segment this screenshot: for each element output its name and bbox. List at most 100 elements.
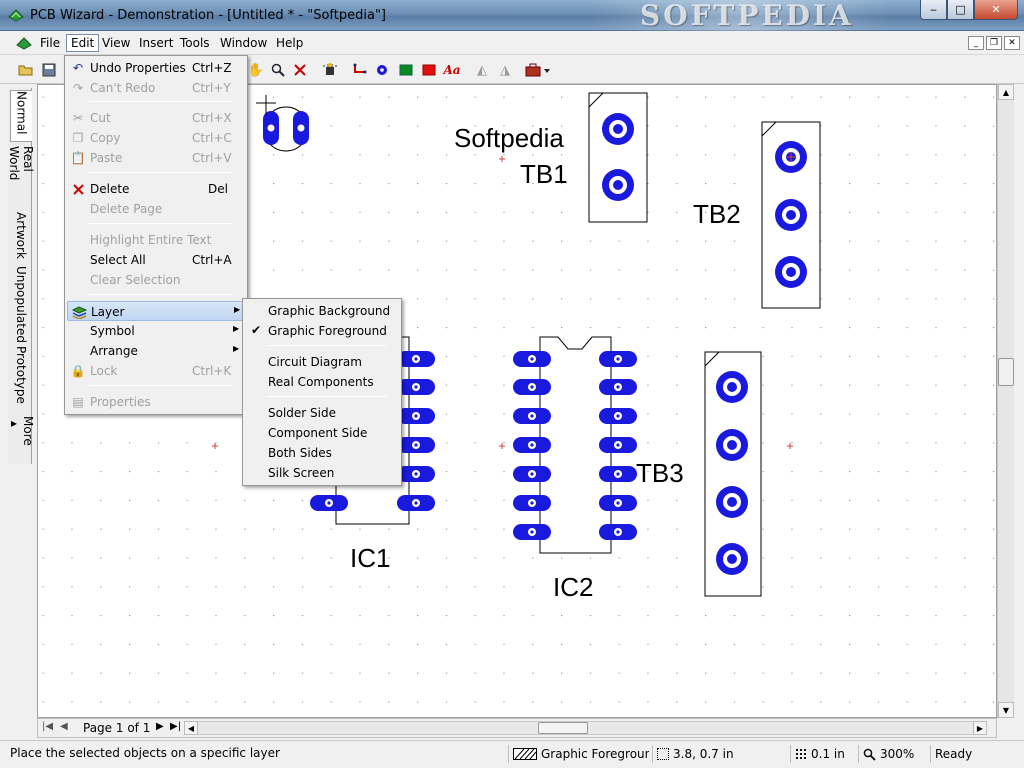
toolbox-dropdown-icon[interactable] bbox=[524, 60, 552, 80]
status-zoom: 300% bbox=[858, 745, 928, 763]
menu-tools[interactable]: Tools bbox=[176, 35, 214, 53]
menu-view[interactable]: View bbox=[98, 35, 134, 53]
menu-item-delete[interactable]: Delete Del bbox=[67, 179, 245, 199]
cut-label: Cut bbox=[90, 111, 111, 125]
save-icon[interactable] bbox=[39, 60, 59, 80]
layer-label: Layer bbox=[91, 305, 125, 319]
properties-label: Properties bbox=[90, 395, 151, 409]
horizontal-scroll-thumb[interactable] bbox=[538, 722, 588, 734]
text-tool-icon[interactable]: Aa bbox=[442, 60, 462, 80]
menu-item-properties[interactable]: ▤ Properties bbox=[67, 392, 245, 412]
page-navigation-bar: |◀ ◀ Page 1 of 1 ▶ ▶| ◀ ▶ bbox=[37, 718, 997, 738]
menu-item-paste[interactable]: 📋 Paste Ctrl+V bbox=[67, 148, 245, 168]
scroll-down-icon[interactable]: ▼ bbox=[998, 702, 1014, 718]
mdi-buttons: _ ❐ ✕ bbox=[968, 36, 1020, 50]
copy-label: Copy bbox=[90, 131, 121, 145]
layer-graphic-foreground[interactable]: ✔ Graphic Foreground bbox=[245, 321, 399, 341]
menu-item-select-all[interactable]: Select All Ctrl+A bbox=[67, 250, 245, 270]
status-grid-text: 0.1 in bbox=[811, 747, 845, 761]
menu-item-lock[interactable]: 🔒 Lock Ctrl+K bbox=[67, 361, 245, 381]
component-tool-icon[interactable] bbox=[320, 60, 340, 80]
menu-help[interactable]: Help bbox=[272, 35, 307, 53]
arrange-label: Arrange bbox=[90, 344, 138, 358]
document-icon[interactable] bbox=[16, 36, 32, 50]
layer-graphic-background[interactable]: Graphic Background bbox=[245, 301, 399, 321]
menu-item-delete-page[interactable]: Delete Page bbox=[67, 199, 245, 219]
menu-item-layer[interactable]: Layer ▶ bbox=[67, 301, 245, 321]
delete-tool-icon[interactable] bbox=[290, 60, 310, 80]
menu-item-symbol[interactable]: Symbol ▶ bbox=[67, 321, 245, 341]
menu-insert[interactable]: Insert bbox=[135, 35, 177, 53]
scroll-left-icon[interactable]: ◀ bbox=[184, 721, 198, 735]
menu-edit[interactable]: Edit bbox=[66, 34, 100, 52]
tab-artwork[interactable]: Artwork bbox=[10, 212, 32, 262]
vertical-scrollbar[interactable]: ▲ ▼ bbox=[997, 84, 1014, 718]
tab-more[interactable]: More ▸ bbox=[7, 416, 35, 460]
layer-pattern-icon bbox=[513, 748, 537, 760]
properties-icon: ▤ bbox=[72, 395, 84, 409]
first-page-icon[interactable]: |◀ bbox=[42, 721, 53, 732]
scroll-up-icon[interactable]: ▲ bbox=[998, 84, 1014, 100]
silk-screen-label: Silk Screen bbox=[268, 466, 335, 480]
menu-separator bbox=[89, 101, 233, 102]
menu-item-undo[interactable]: ↶ Undo Properties Ctrl+Z bbox=[67, 58, 245, 78]
lock-shortcut: Ctrl+K bbox=[192, 364, 232, 378]
maximize-button[interactable]: □ bbox=[947, 0, 974, 20]
flip-vertical-icon[interactable]: ◮ bbox=[495, 60, 515, 80]
terminal-block-tb2[interactable] bbox=[761, 121, 821, 309]
ic2-label: IC2 bbox=[553, 572, 593, 602]
last-page-icon[interactable]: ▶| bbox=[170, 721, 181, 732]
scroll-right-icon[interactable]: ▶ bbox=[973, 721, 987, 735]
layer-both-sides[interactable]: Both Sides bbox=[245, 443, 399, 463]
menu-separator bbox=[267, 396, 387, 397]
menu-item-highlight-text[interactable]: Highlight Entire Text bbox=[67, 230, 245, 250]
tab-real-world[interactable]: Real World bbox=[7, 146, 35, 208]
mdi-minimize-button[interactable]: _ bbox=[968, 36, 984, 50]
menu-file[interactable]: File bbox=[36, 35, 64, 53]
next-page-icon[interactable]: ▶ bbox=[156, 721, 164, 732]
layer-solder-side[interactable]: Solder Side bbox=[245, 403, 399, 423]
minimize-button[interactable]: ‒ bbox=[920, 0, 947, 20]
select-all-shortcut: Ctrl+A bbox=[192, 253, 232, 267]
pad-tool-icon[interactable] bbox=[372, 60, 392, 80]
mdi-restore-button[interactable]: ❐ bbox=[986, 36, 1002, 50]
layer-icon bbox=[70, 304, 88, 320]
softpedia-label: Softpedia bbox=[454, 123, 564, 153]
menu-item-redo[interactable]: ↷ Can't Redo Ctrl+Y bbox=[67, 78, 245, 98]
mdi-close-button[interactable]: ✕ bbox=[1004, 36, 1020, 50]
tab-prototype[interactable]: Prototype bbox=[10, 346, 32, 408]
layer-real-components[interactable]: Real Components bbox=[245, 372, 399, 392]
horizontal-scrollbar[interactable]: ◀ ▶ bbox=[184, 721, 987, 735]
layer-component-side[interactable]: Component Side bbox=[245, 423, 399, 443]
vertical-scroll-thumb[interactable] bbox=[998, 358, 1014, 386]
menu-item-clear-selection[interactable]: Clear Selection bbox=[67, 270, 245, 290]
terminal-block-tb3[interactable] bbox=[704, 351, 762, 597]
menu-window[interactable]: Window bbox=[216, 35, 271, 53]
caption-buttons: ‒ □ ✕ bbox=[920, 0, 1018, 20]
hand-tool-icon[interactable]: ✋ bbox=[246, 60, 266, 80]
tab-unpopulated[interactable]: Unpopulated bbox=[10, 266, 32, 343]
previous-page-icon[interactable]: ◀ bbox=[60, 721, 68, 732]
checkmark-icon: ✔ bbox=[251, 323, 262, 337]
tab-normal[interactable]: Normal bbox=[10, 90, 32, 142]
layer-circuit-diagram[interactable]: Circuit Diagram bbox=[245, 352, 399, 372]
menu-item-arrange[interactable]: Arrange ▶ bbox=[67, 341, 245, 361]
zoom-icon[interactable] bbox=[268, 60, 288, 80]
close-button[interactable]: ✕ bbox=[974, 0, 1018, 20]
flip-horizontal-icon[interactable]: ◭ bbox=[472, 60, 492, 80]
pcb-wizard-window: PCB Wizard - Demonstration - [Untitled *… bbox=[0, 0, 1024, 768]
layer-silk-screen[interactable]: Silk Screen bbox=[245, 463, 399, 483]
red-rectangle-icon[interactable] bbox=[419, 60, 439, 80]
menu-item-copy[interactable]: ❐ Copy Ctrl+C bbox=[67, 128, 245, 148]
redo-shortcut: Ctrl+Y bbox=[192, 81, 231, 95]
symbol-label: Symbol bbox=[90, 324, 135, 338]
status-layer-text: Graphic Foreground bbox=[541, 747, 649, 761]
track-tool-icon[interactable] bbox=[350, 60, 370, 80]
menu-item-cut[interactable]: ✂ Cut Ctrl+X bbox=[67, 108, 245, 128]
green-rectangle-icon[interactable] bbox=[396, 60, 416, 80]
status-coords-text: 3.8, 0.7 in bbox=[673, 747, 734, 761]
highlight-text-label: Highlight Entire Text bbox=[90, 233, 212, 247]
open-icon[interactable] bbox=[16, 60, 36, 80]
cut-shortcut: Ctrl+X bbox=[192, 111, 232, 125]
terminal-block-tb1[interactable] bbox=[588, 92, 648, 223]
